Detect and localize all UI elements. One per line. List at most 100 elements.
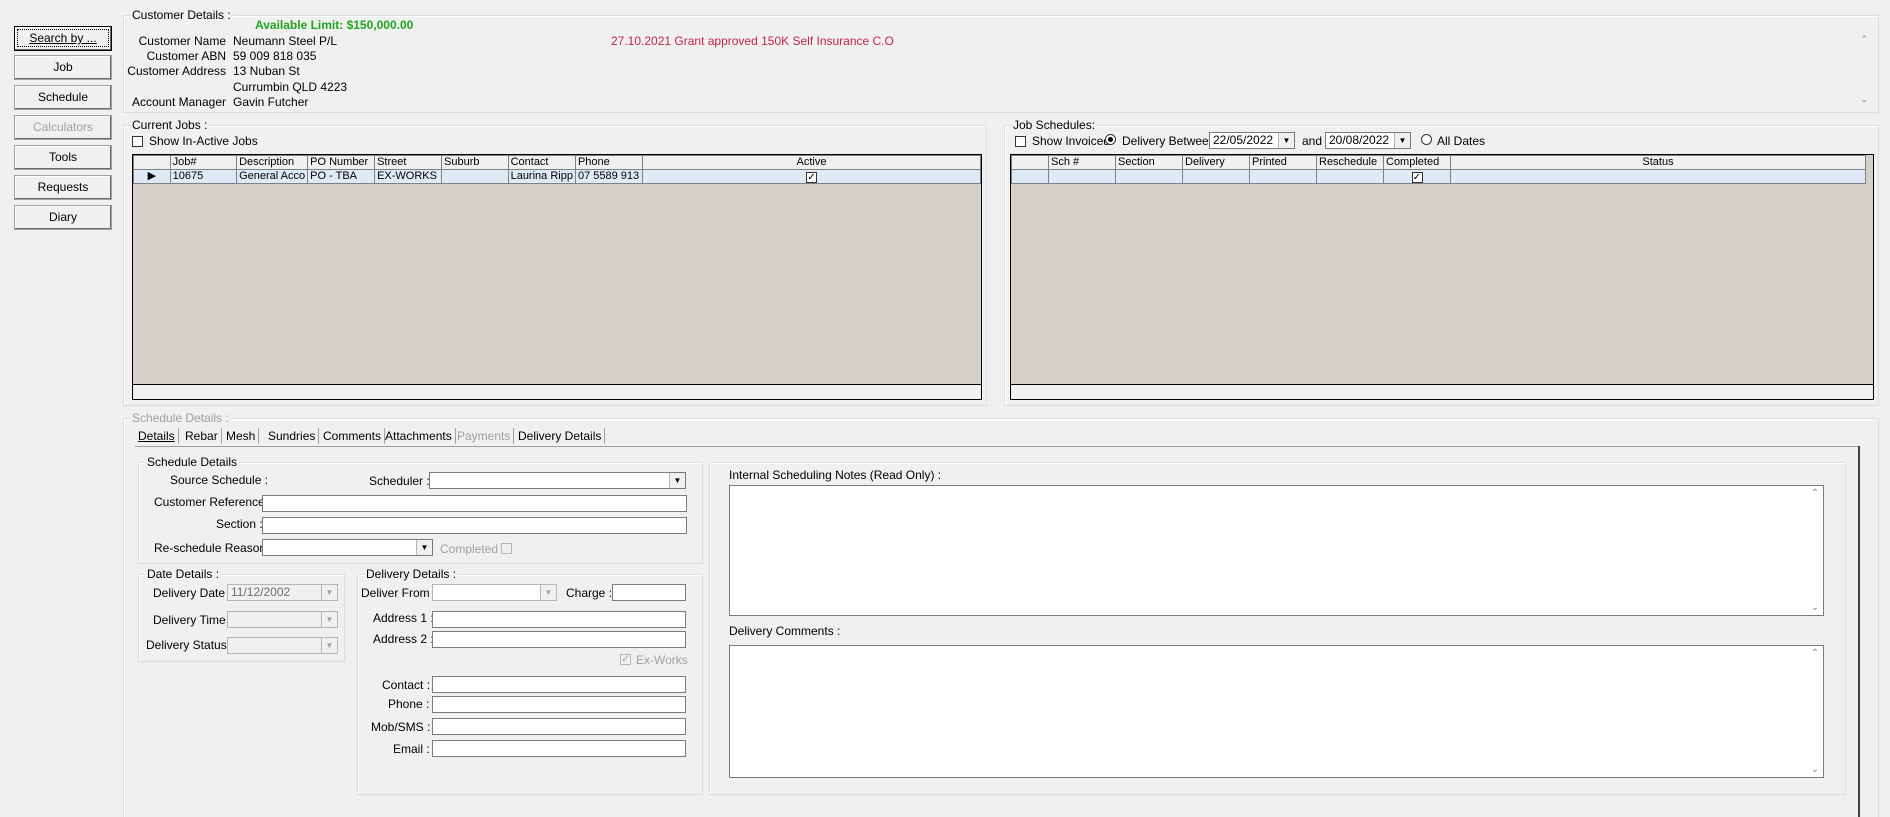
phone-label: Phone : bbox=[388, 697, 430, 711]
phone-input[interactable] bbox=[432, 696, 686, 713]
col-header-po-number[interactable]: PO Number bbox=[307, 155, 376, 170]
delivery-status-dropdown[interactable]: ▼ bbox=[227, 637, 338, 654]
scroll-up-icon[interactable]: ⌃ bbox=[1807, 648, 1823, 659]
table-row[interactable]: ✓ bbox=[1011, 169, 1866, 184]
customer-address-line1: 13 Nuban St bbox=[233, 64, 300, 78]
job-button[interactable]: Job bbox=[14, 55, 112, 80]
ex-works-checkbox[interactable]: ✓ bbox=[620, 654, 631, 665]
tools-button[interactable]: Tools bbox=[14, 145, 112, 170]
col-header-sch[interactable]: Sch # bbox=[1048, 155, 1116, 170]
address1-input[interactable] bbox=[432, 611, 686, 628]
cell-suburb[interactable] bbox=[441, 169, 509, 184]
table-row[interactable]: ▶ 10675 General Acco PO - TBA EX-WORKS L… bbox=[133, 169, 981, 184]
cell-completed[interactable]: ✓ bbox=[1383, 169, 1451, 184]
tab-comments[interactable]: Comments bbox=[320, 428, 386, 444]
deliver-from-dropdown[interactable]: ▼ bbox=[432, 584, 557, 601]
scroll-down-icon[interactable]: ⌄ bbox=[1860, 94, 1868, 105]
col-header-section[interactable]: Section bbox=[1115, 155, 1183, 170]
col-header-delivery[interactable]: Delivery bbox=[1182, 155, 1250, 170]
cell-street[interactable]: EX-WORKS bbox=[374, 169, 443, 184]
cell-reschedule[interactable] bbox=[1316, 169, 1384, 184]
cell-description[interactable]: General Acco bbox=[236, 169, 309, 184]
tab-rebar[interactable]: Rebar bbox=[182, 428, 222, 444]
cell-contact[interactable]: Laurina Ripp bbox=[507, 169, 576, 184]
tab-details[interactable]: Details bbox=[135, 428, 179, 444]
cell-sch[interactable] bbox=[1048, 169, 1116, 184]
completed-checkbox[interactable]: ✓ bbox=[1411, 172, 1423, 183]
cell-delivery[interactable] bbox=[1182, 169, 1250, 184]
col-header-street[interactable]: Street bbox=[374, 155, 443, 170]
active-checkbox[interactable]: ✓ bbox=[805, 172, 817, 183]
col-header-status[interactable]: Status bbox=[1450, 155, 1866, 170]
current-jobs-grid[interactable]: Job# Description PO Number Street Suburb… bbox=[132, 154, 982, 400]
completed-checkbox[interactable] bbox=[501, 543, 512, 554]
contact-input[interactable] bbox=[432, 676, 686, 693]
chevron-down-icon[interactable]: ▼ bbox=[321, 585, 337, 600]
cell-job[interactable]: 10675 bbox=[169, 169, 238, 184]
col-header-job[interactable]: Job# bbox=[169, 155, 238, 170]
chevron-down-icon[interactable]: ▼ bbox=[321, 612, 337, 627]
scroll-down-icon[interactable]: ⌄ bbox=[1807, 764, 1823, 775]
scroll-up-icon[interactable]: ⌃ bbox=[1807, 488, 1823, 499]
col-header-description[interactable]: Description bbox=[236, 155, 309, 170]
mob-sms-label: Mob/SMS : bbox=[371, 720, 431, 734]
schedule-button[interactable]: Schedule bbox=[14, 85, 112, 110]
col-header-completed[interactable]: Completed bbox=[1383, 155, 1451, 170]
tab-delivery-details[interactable]: Delivery Details bbox=[515, 428, 606, 444]
row-selector[interactable] bbox=[1011, 169, 1049, 184]
calculators-button[interactable]: Calculators bbox=[14, 115, 112, 140]
diary-button[interactable]: Diary bbox=[14, 205, 112, 230]
cell-active[interactable]: ✓ bbox=[641, 169, 981, 184]
charge-input[interactable] bbox=[612, 584, 686, 601]
cell-printed[interactable] bbox=[1249, 169, 1317, 184]
reschedule-reason-dropdown[interactable]: ▼ bbox=[262, 539, 433, 556]
tab-payments[interactable]: Payments bbox=[454, 428, 515, 444]
col-header-active[interactable]: Active bbox=[641, 155, 981, 170]
scroll-down-icon[interactable]: ⌄ bbox=[1807, 602, 1823, 613]
tab-sundries[interactable]: Sundries bbox=[265, 428, 320, 444]
delivery-comments-scrollbar[interactable]: ⌃ ⌄ bbox=[1807, 646, 1823, 777]
row-selector-arrow-icon[interactable]: ▶ bbox=[133, 169, 171, 184]
job-schedules-footer bbox=[1011, 384, 1873, 399]
job-schedules-grid[interactable]: Sch # Section Delivery Printed Reschedul… bbox=[1010, 154, 1874, 400]
chevron-down-icon[interactable]: ▼ bbox=[540, 585, 556, 600]
chevron-down-icon[interactable]: ▼ bbox=[669, 473, 685, 488]
date-from-picker[interactable]: 22/05/2022 ▼ bbox=[1209, 132, 1295, 149]
tab-attachments[interactable]: Attachments bbox=[382, 428, 456, 444]
chevron-down-icon[interactable]: ▼ bbox=[1394, 133, 1410, 148]
col-header-reschedule[interactable]: Reschedule bbox=[1316, 155, 1384, 170]
address2-input[interactable] bbox=[432, 631, 686, 648]
delivery-time-picker[interactable]: ▼ bbox=[227, 611, 338, 628]
col-header-printed[interactable]: Printed bbox=[1249, 155, 1317, 170]
cell-phone[interactable]: 07 5589 913 bbox=[574, 169, 643, 184]
internal-notes-scrollbar[interactable]: ⌃ ⌄ bbox=[1807, 486, 1823, 615]
customer-details-legend: Customer Details : bbox=[130, 8, 233, 22]
search-by-button[interactable]: Search by ... bbox=[14, 26, 112, 51]
col-header-suburb[interactable]: Suburb bbox=[441, 155, 509, 170]
cell-po-number[interactable]: PO - TBA bbox=[307, 169, 376, 184]
scroll-up-icon[interactable]: ⌃ bbox=[1860, 34, 1868, 45]
scheduler-dropdown[interactable]: ▼ bbox=[429, 472, 686, 489]
show-invoiced-checkbox[interactable] bbox=[1015, 136, 1026, 147]
delivery-between-radio[interactable] bbox=[1105, 134, 1116, 145]
show-inactive-jobs-checkbox[interactable] bbox=[132, 136, 143, 147]
all-dates-radio[interactable] bbox=[1421, 134, 1432, 145]
customer-reference-input[interactable] bbox=[262, 495, 687, 512]
delivery-date-picker[interactable]: 11/12/2002 ▼ bbox=[227, 584, 338, 601]
section-label: Section : bbox=[216, 517, 263, 531]
date-to-picker[interactable]: 20/08/2022 ▼ bbox=[1325, 132, 1411, 149]
tab-mesh[interactable]: Mesh bbox=[223, 428, 260, 444]
col-header-phone[interactable]: Phone bbox=[574, 155, 643, 170]
delivery-comments-memo[interactable]: ⌃ ⌄ bbox=[729, 645, 1824, 778]
chevron-down-icon[interactable]: ▼ bbox=[321, 638, 337, 653]
col-header-contact[interactable]: Contact bbox=[507, 155, 576, 170]
email-input[interactable] bbox=[432, 740, 686, 757]
internal-notes-memo[interactable]: ⌃ ⌄ bbox=[729, 485, 1824, 616]
mob-sms-input[interactable] bbox=[432, 718, 686, 735]
chevron-down-icon[interactable]: ▼ bbox=[1278, 133, 1294, 148]
chevron-down-icon[interactable]: ▼ bbox=[416, 540, 432, 555]
cell-status[interactable] bbox=[1450, 169, 1866, 184]
cell-section[interactable] bbox=[1115, 169, 1183, 184]
section-input[interactable] bbox=[262, 517, 687, 534]
requests-button[interactable]: Requests bbox=[14, 175, 112, 200]
